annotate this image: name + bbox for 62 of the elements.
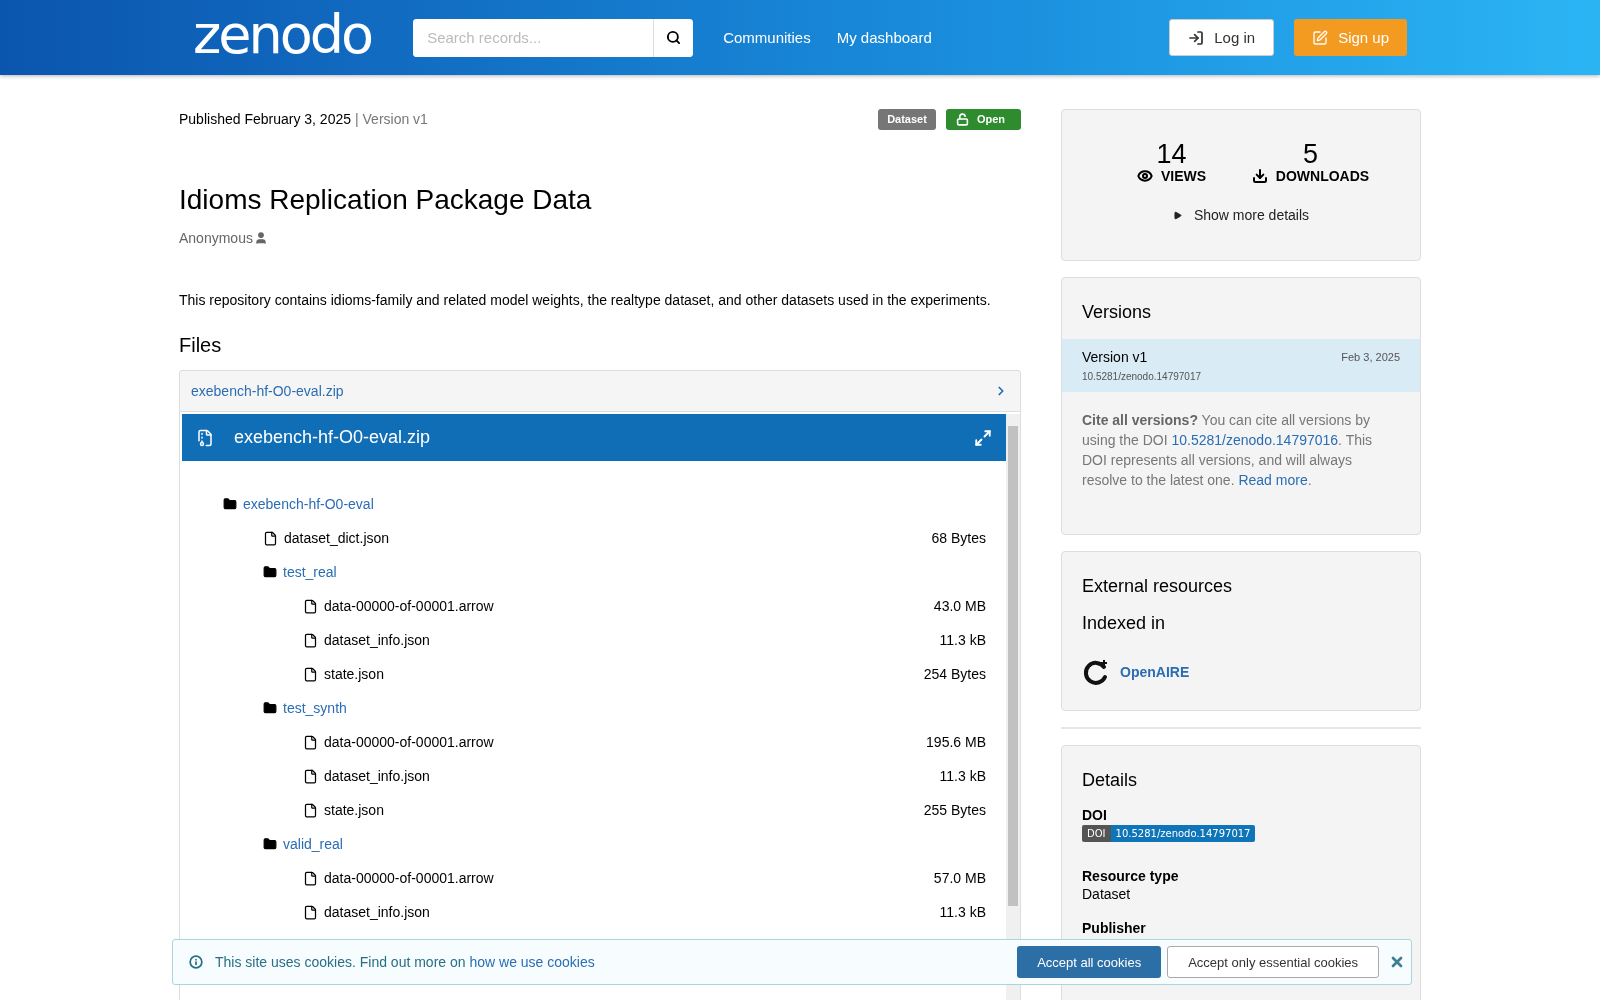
details-heading: Details — [1081, 769, 1139, 792]
creator-name[interactable]: Anonymous — [179, 230, 253, 246]
resource-type-label: Resource type — [1081, 868, 1180, 886]
version-label: Version v1 — [1082, 349, 1149, 365]
file-name: state.json — [324, 666, 385, 682]
publisher-label: Publisher — [1081, 920, 1147, 938]
file-size: 255 Bytes — [923, 802, 986, 818]
accept-essential-button[interactable]: Accept only essential cookies — [1167, 946, 1379, 978]
file-name: dataset_dict.json — [284, 530, 391, 546]
publish-date: Published February 3, 2025 — [179, 111, 351, 127]
preview-title: exebench-hf-O0-eval.zip — [234, 427, 432, 448]
file-name: data-00000-of-00001.arrow — [324, 598, 495, 614]
file-size: 57.0 MB — [933, 870, 986, 886]
downloads-count: 5 — [1302, 140, 1319, 168]
read-more-link[interactable]: Read more — [1238, 472, 1308, 488]
indexed-heading: Indexed in — [1081, 613, 1167, 635]
login-button[interactable]: Log in — [1169, 19, 1275, 56]
version-label: | Version v1 — [355, 111, 428, 127]
show-more-details[interactable]: Show more details — [1166, 206, 1316, 224]
views-label: VIEWS — [1160, 168, 1207, 184]
doi-label: DOI — [1081, 807, 1108, 825]
record-badge: Open — [945, 108, 1021, 130]
versions-heading: Versions — [1081, 301, 1153, 324]
version-date: Feb 3, 2025 — [1341, 351, 1400, 363]
resource-type-value: Dataset — [1081, 886, 1132, 904]
record-badge: Dataset — [878, 108, 936, 130]
file-name: data-00000-of-00001.arrow — [324, 870, 495, 886]
file-accordion[interactable]: exebench-hf-O0-eval.zip — [179, 370, 1021, 412]
nav-link[interactable]: Communities — [723, 29, 811, 46]
file-name: dataset_info.json — [324, 632, 431, 648]
openaire-link[interactable]: OpenAIRE — [1062, 658, 1420, 710]
file-size: 43.0 MB — [933, 598, 986, 614]
folder-link[interactable]: test_synth — [283, 700, 347, 716]
nav-link[interactable]: My dashboard — [836, 29, 932, 46]
version-item[interactable]: Version v1 Feb 3, 2025 10.5281/zenodo.14797017 — [1062, 339, 1420, 392]
folder-link[interactable]: exebench-hf-O0-eval — [243, 496, 374, 512]
file-size: 195.6 MB — [926, 734, 986, 750]
file-size: 11.3 kB — [939, 904, 986, 920]
doi-badge[interactable]: DOI 10.5281/zenodo.14797017 — [1082, 825, 1400, 842]
version-doi: 10.5281/zenodo.14797017 — [1082, 371, 1202, 382]
accept-all-button[interactable]: Accept all cookies — [1017, 946, 1162, 978]
record-description: This repository contains idioms-family and related model weights, the realtype dataset, and other datasets used in the experiments. — [179, 292, 992, 308]
file-name: state.json — [324, 802, 385, 818]
file-name: dataset_info.json — [324, 768, 431, 784]
record-title: Idioms Replication Package Data — [179, 184, 593, 216]
search-field[interactable]: Search records... — [413, 18, 694, 57]
file-size: 11.3 kB — [939, 632, 986, 648]
file-size: 254 Bytes — [923, 666, 986, 682]
files-heading: Files — [179, 334, 223, 357]
cite-text: Cite all versions? You can cite all versions by using the DOI 10.5281/zenodo.14797016. This DOI represents all versions, and will always resolve to the latest one. Read more. — [1081, 411, 1374, 490]
file-name: data-00000-of-00001.arrow — [324, 734, 495, 750]
file-size: 68 Bytes — [931, 530, 986, 546]
file-name: dataset_info.json — [324, 904, 431, 920]
external-heading: External resources — [1081, 575, 1234, 598]
cookie-text: This site uses cookies. Find out more on how we use cookies — [215, 954, 596, 970]
file-size: 11.3 kB — [939, 768, 986, 784]
cookie-link[interactable]: how we use cookies — [469, 954, 595, 970]
views-count: 14 — [1155, 140, 1188, 168]
folder-link[interactable]: valid_real — [283, 836, 343, 852]
downloads-label: DOWNLOADS — [1275, 168, 1370, 184]
logo[interactable]: zenodo — [193, 7, 372, 62]
folder-link[interactable]: test_real — [283, 564, 337, 580]
